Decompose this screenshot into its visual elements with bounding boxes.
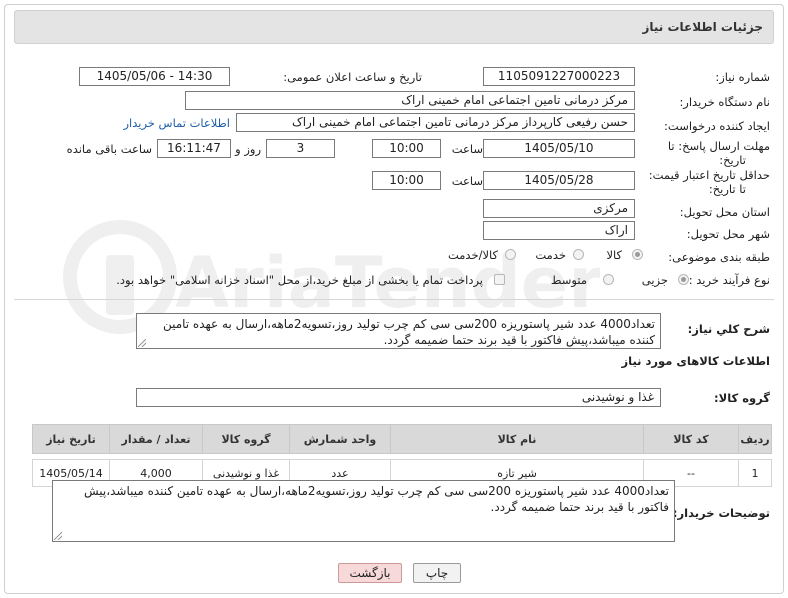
days-label: روز و (235, 142, 261, 156)
category-option-goods-service: کالا/خدمت (447, 248, 498, 262)
page-header: جزئیات اطلاعات نیاز (14, 10, 774, 44)
delivery-province-label: استان محل تحویل: (679, 205, 770, 219)
reply-deadline-time: 10:00 (372, 139, 441, 158)
col-row-header: ردیف (738, 424, 772, 454)
back-button[interactable]: بازگشت (338, 563, 402, 583)
buyer-org-field: مرکز درمانی تامین اجتماعی امام خمینی ارا… (185, 91, 635, 110)
resize-grip[interactable] (138, 339, 146, 347)
purchase-option-minor: جزیی (641, 273, 668, 287)
treasury-payment-note: پرداخت تمام یا بخشی از مبلغ خرید،از محل … (116, 273, 483, 287)
description-label: شرح کلي نياز: (687, 322, 770, 336)
price-validity-time: 10:00 (372, 171, 441, 190)
announce-datetime-field: 1405/05/06 - 14:30 (79, 67, 230, 86)
category-radio-goods-service[interactable] (505, 249, 516, 260)
delivery-city-field: اراک (483, 221, 635, 240)
price-validity-time-label: ساعت (451, 174, 483, 188)
buyer-notes-text: تعداد4000 عدد شیر پاستوریزه 200سی سی کم … (83, 484, 669, 514)
buyer-contact-link[interactable]: اطلاعات تماس خریدار (123, 116, 230, 130)
requester-label: ایجاد کننده درخواست: (664, 119, 770, 133)
buyer-notes-label: توضیحات خریدار: (672, 506, 770, 520)
resize-grip[interactable] (54, 532, 62, 540)
delivery-province-field: مرکزی (483, 199, 635, 218)
buyer-notes-textarea[interactable]: تعداد4000 عدد شیر پاستوریزه 200سی سی کم … (52, 480, 675, 542)
price-validity-label: حداقل تاریخ اعتبار قیمت: (648, 168, 770, 182)
table-header-row: ردیف کد کالا نام کالا واحد شمارش گروه کا… (32, 424, 772, 454)
category-label: طبقه بندی موضوعی: (668, 250, 770, 264)
purchase-type-label: نوع فرآیند خرید : (688, 273, 770, 287)
treasury-payment-checkbox[interactable] (494, 274, 505, 285)
reply-deadline-date: 1405/05/10 (483, 139, 635, 158)
col-name-header: نام کالا (390, 424, 644, 454)
purchase-option-medium: متوسط (550, 273, 587, 287)
purchase-radio-minor[interactable] (678, 274, 689, 285)
remaining-days: 3 (266, 139, 335, 158)
purchase-radio-medium[interactable] (603, 274, 614, 285)
items-table: ردیف کد کالا نام کالا واحد شمارش گروه کا… (32, 424, 772, 487)
goods-group-field: غذا و نوشیدنی (136, 388, 661, 407)
price-validity-label-2: تا تاریخ: (708, 182, 746, 196)
section-divider (14, 299, 774, 300)
col-group-header: گروه کالا (202, 424, 290, 454)
goods-group-label: گروه کالا: (714, 391, 770, 405)
col-code-header: کد کالا (643, 424, 739, 454)
page-title: جزئیات اطلاعات نیاز (642, 20, 763, 34)
description-textarea[interactable]: تعداد4000 عدد شیر پاستوریزه 200سی سی کم … (136, 313, 661, 349)
buyer-org-label: نام دستگاه خریدار: (679, 95, 770, 109)
requester-field: حسن رفیعی کارپرداز مرکز درمانی تامین اجت… (236, 113, 635, 132)
category-option-goods: کالا (606, 248, 622, 262)
category-radio-goods[interactable] (632, 249, 643, 260)
reply-deadline-label-2: تاریخ: (719, 153, 746, 167)
delivery-city-label: شهر محل تحویل: (686, 227, 770, 241)
print-button[interactable]: چاپ (413, 563, 461, 583)
need-number-label: شماره نیاز: (715, 70, 770, 84)
category-option-service: خدمت (535, 248, 566, 262)
reply-time-label: ساعت (451, 142, 483, 156)
col-date-header: تاریخ نیاز (32, 424, 110, 454)
reply-deadline-label: مهلت ارسال پاسخ: تا (667, 139, 770, 153)
goods-section-title: اطلاعات کالاهای مورد نیاز (621, 354, 770, 368)
remaining-time: 16:11:47 (157, 139, 231, 158)
category-radio-service[interactable] (573, 249, 584, 260)
announce-datetime-label: تاریخ و ساعت اعلان عمومی: (283, 70, 422, 84)
remaining-label: ساعت باقی مانده (66, 142, 152, 156)
need-number-field: 1105091227000223 (483, 67, 635, 86)
col-qty-header: تعداد / مقدار (109, 424, 203, 454)
col-unit-header: واحد شمارش (289, 424, 391, 454)
cell-row: 1 (738, 459, 772, 487)
description-text: تعداد4000 عدد شیر پاستوریزه 200سی سی کم … (162, 317, 655, 347)
price-validity-date: 1405/05/28 (483, 171, 635, 190)
